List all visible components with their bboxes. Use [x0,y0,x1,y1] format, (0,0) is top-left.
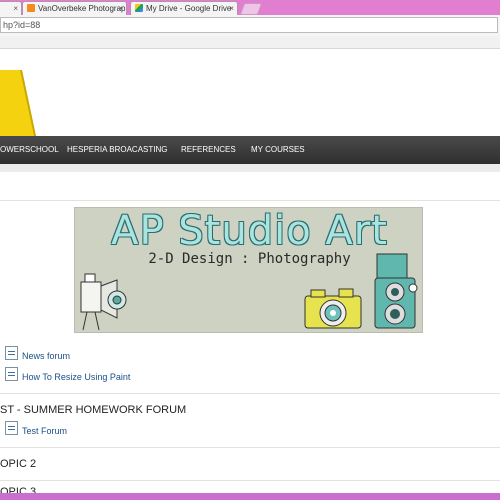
nav-item-references[interactable]: REFERENCES [181,136,236,164]
resource-label[interactable]: News forum [22,347,70,365]
forum-icon [5,346,18,360]
bellows-camera-illustration [80,273,127,331]
nav-item-powerschool[interactable]: OWERSCHOOL [0,136,59,164]
bookmarks-bar [0,36,500,49]
divider [0,447,500,448]
teal-camera-illustration [374,253,418,329]
close-tab-icon[interactable]: × [229,2,234,15]
new-tab-button[interactable] [239,3,263,15]
blogger-icon [27,4,35,12]
browser-toolbar: hp?id=88 [0,15,500,37]
main-navigation: OWERSCHOOL HESPERIA BROACASTING REFERENC… [0,136,500,164]
google-drive-icon [135,4,143,12]
tab-partial[interactable]: × [0,1,22,15]
document-icon [5,367,18,381]
address-bar[interactable]: hp?id=88 [0,17,498,33]
divider [0,393,500,394]
close-tab-icon[interactable]: × [13,2,18,15]
resource-test-forum[interactable]: Test Forum [0,421,200,439]
nav-subbar [0,164,500,172]
site-logo[interactable] [0,70,36,136]
bottom-taskbar-edge [0,493,500,500]
section-title-summer-homework: ST - SUMMER HOMEWORK FORUM [0,404,187,416]
resource-label[interactable]: How To Resize Using Paint [22,368,130,386]
site-header [0,49,500,135]
resource-news-forum[interactable]: News forum [0,346,200,364]
tab-label: VanOverbeke Photography [38,4,127,13]
address-text: hp?id=88 [3,20,41,30]
close-tab-icon[interactable]: × [118,2,123,15]
tab-label: My Drive - Google Drive [146,4,232,13]
yellow-camera-illustration [304,288,362,329]
browser-tab-strip: × VanOverbeke Photography × My Drive - G… [0,0,500,15]
tab-vanoverbeke[interactable]: VanOverbeke Photography × [22,1,127,15]
resource-resize-paint[interactable]: How To Resize Using Paint [0,367,200,385]
section-title-topic-2: OPIC 2 [0,458,37,470]
divider [0,480,500,481]
nav-item-my-courses[interactable]: MY COURSES [251,136,305,164]
tab-google-drive[interactable]: My Drive - Google Drive × [130,1,238,15]
nav-item-hesperia-broadcasting[interactable]: HESPERIA BROACASTING [67,136,167,164]
course-banner: AP Studio Art 2-D Design : Photography [74,207,423,333]
forum-icon [5,421,18,435]
resource-label[interactable]: Test Forum [22,422,67,440]
divider [0,200,500,201]
